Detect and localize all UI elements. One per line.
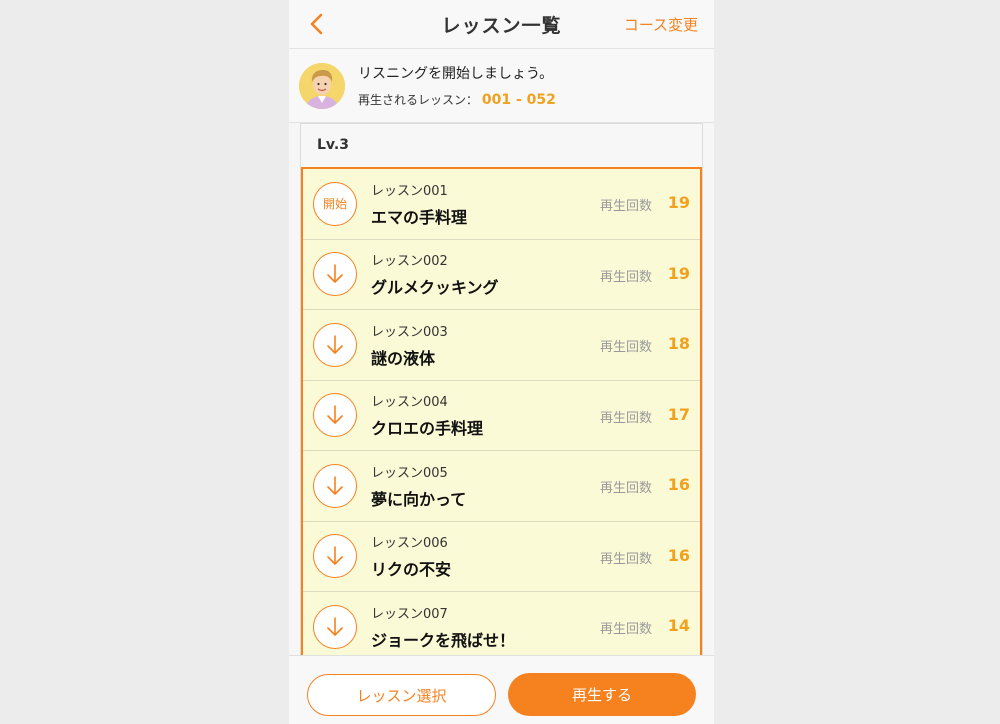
lesson-number: レッスン007 — [371, 606, 448, 622]
list-item[interactable]: レッスン002 グルメクッキング 再生回数 19 — [303, 240, 700, 310]
play-count: 17 — [667, 404, 690, 424]
download-arrow-icon — [327, 616, 343, 636]
download-arrow-icon — [327, 546, 343, 566]
lesson-range-value: 001 - 052 — [481, 92, 556, 108]
nav-bar: レッスン一覧 コース変更 — [289, 0, 714, 49]
play-count-label: 再生回数 — [599, 551, 652, 567]
lesson-name: リクの不安 — [371, 560, 452, 580]
play-count: 19 — [667, 193, 690, 212]
lesson-name: グルメクッキング — [371, 278, 499, 298]
lesson-name: 夢に向かって — [371, 489, 467, 509]
play-button[interactable]: 再生する — [508, 673, 696, 716]
lesson-card: Lv.3 開始 レッスン001 エマの手料理 再生回数 19 レッスン002 グ… — [300, 123, 703, 663]
listening-message: リスニングを開始しましょう。 — [358, 66, 554, 82]
list-item[interactable]: レッスン006 リクの不安 再生回数 16 — [303, 522, 700, 592]
play-count: 16 — [667, 475, 690, 494]
lesson-number: レッスン002 — [371, 254, 448, 270]
lesson-name: 謎の液体 — [371, 348, 436, 368]
listening-info: リスニングを開始しましょう。 再生されるレッスン： 001 - 052 — [289, 49, 714, 123]
download-arrow-icon — [327, 334, 343, 354]
download-button[interactable] — [313, 252, 357, 297]
download-button[interactable] — [313, 463, 357, 508]
footer-bar: レッスン選択 再生する — [289, 655, 714, 724]
back-button[interactable] — [303, 10, 329, 38]
lesson-range-label: 再生されるレッスン： — [358, 93, 479, 107]
lesson-number: レッスン004 — [371, 395, 448, 411]
lesson-number: レッスン005 — [371, 465, 448, 481]
play-count-label: 再生回数 — [599, 199, 652, 214]
lesson-name: クロエの手料理 — [371, 419, 484, 439]
play-count: 18 — [667, 334, 690, 353]
play-count: 16 — [667, 545, 690, 565]
list-item[interactable]: レッスン003 謎の液体 再生回数 18 — [303, 310, 700, 381]
download-arrow-icon — [327, 475, 343, 495]
download-button[interactable] — [313, 604, 357, 649]
lesson-number: レッスン003 — [371, 324, 448, 340]
download-arrow-icon — [327, 405, 343, 425]
play-count: 14 — [667, 616, 690, 635]
level-header: Lv.3 — [301, 124, 702, 167]
lesson-list: 開始 レッスン001 エマの手料理 再生回数 19 レッスン002 グルメクッキ… — [301, 167, 702, 663]
play-count-label: 再生回数 — [599, 269, 652, 285]
select-lesson-button[interactable]: レッスン選択 — [307, 674, 496, 716]
play-count-label: 再生回数 — [599, 622, 652, 637]
avatar — [299, 62, 345, 109]
download-button[interactable] — [313, 393, 357, 438]
list-item[interactable]: 開始 レッスン001 エマの手料理 再生回数 19 — [303, 169, 700, 240]
phone-screen: レッスン一覧 コース変更 リスニングを開始しましょう。 再生されるレッスン： 0… — [289, 0, 714, 724]
list-item[interactable]: レッスン004 クロエの手料理 再生回数 17 — [303, 381, 700, 451]
chevron-left-icon — [310, 13, 323, 35]
play-count-label: 再生回数 — [599, 340, 652, 355]
play-count: 19 — [667, 263, 690, 283]
download-arrow-icon — [327, 264, 343, 284]
lesson-range-row: 再生されるレッスン： 001 - 052 — [358, 91, 556, 108]
page-title: レッスン一覧 — [441, 14, 562, 37]
download-button[interactable] — [313, 322, 357, 367]
lesson-name: ジョークを飛ばせ！ — [371, 630, 516, 650]
lesson-number: レッスン001 — [371, 183, 448, 199]
change-course-button[interactable]: コース変更 — [624, 14, 698, 35]
lesson-name: エマの手料理 — [371, 207, 468, 227]
list-item[interactable]: レッスン005 夢に向かって 再生回数 16 — [303, 451, 700, 522]
play-count-label: 再生回数 — [599, 481, 652, 496]
download-button[interactable] — [313, 534, 357, 579]
lesson-number: レッスン006 — [371, 536, 448, 552]
list-item[interactable]: レッスン007 ジョークを飛ばせ！ 再生回数 14 — [303, 592, 700, 663]
start-button[interactable]: 開始 — [313, 181, 357, 226]
play-count-label: 再生回数 — [599, 410, 652, 426]
